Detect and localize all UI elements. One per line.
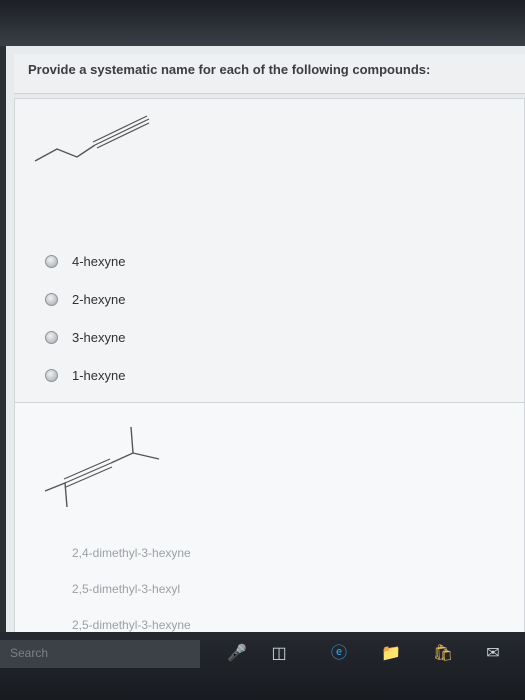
option-label: 2,4-dimethyl-3-hexyne xyxy=(72,546,191,560)
microphone-icon[interactable]: 🎤 xyxy=(226,644,248,664)
option-2-5-dimethyl-3-hexyl[interactable]: 2,5-dimethyl-3-hexyl xyxy=(45,571,191,607)
option-label: 4-hexyne xyxy=(72,253,126,269)
instruction-text: Provide a systematic name for each of th… xyxy=(28,62,431,77)
option-label: 1-hexyne xyxy=(72,367,126,383)
edge-browser-icon[interactable]: ⓔ xyxy=(328,644,350,664)
task-view-icon[interactable]: ◫ xyxy=(268,644,290,664)
option-label: 2,5-dimethyl-3-hexyl xyxy=(72,582,181,596)
radio-button[interactable] xyxy=(45,292,58,306)
option-label: 2-hexyne xyxy=(72,291,126,307)
windows-taskbar: Search 🎤 ◫ ⓔ 📁 🛍 ✉ xyxy=(0,632,525,700)
option-2-5-dimethyl-3-hexyne[interactable]: 2,5-dimethyl-3-hexyne xyxy=(45,607,191,634)
file-explorer-icon[interactable]: 📁 xyxy=(380,644,402,664)
quiz-page: Provide a systematic name for each of th… xyxy=(6,46,525,634)
store-icon[interactable]: 🛍 xyxy=(432,644,454,664)
option-label: 2,5-dimethyl-3-hexyne xyxy=(72,618,191,632)
radio-button[interactable] xyxy=(45,330,58,344)
instruction-header: Provide a systematic name for each of th… xyxy=(14,54,525,94)
search-placeholder: Search xyxy=(10,646,49,660)
options-list-1: 4-hexyne 2-hexyne 3-hexyne 1-hexyne xyxy=(45,242,125,394)
option-label: 3-hexyne xyxy=(72,329,126,345)
molecule-dimethylhexyne xyxy=(44,426,160,508)
mail-icon[interactable]: ✉ xyxy=(482,644,504,664)
top-dark-bar xyxy=(0,0,525,46)
question-card-1: 4-hexyne 2-hexyne 3-hexyne 1-hexyne xyxy=(14,98,525,410)
radio-button[interactable] xyxy=(45,368,58,382)
option-3-hexyne[interactable]: 3-hexyne xyxy=(45,318,125,356)
option-4-hexyne[interactable]: 4-hexyne xyxy=(45,242,125,280)
option-2-hexyne[interactable]: 2-hexyne xyxy=(45,280,125,318)
radio-button[interactable] xyxy=(45,254,58,268)
option-1-hexyne[interactable]: 1-hexyne xyxy=(45,356,125,394)
question-card-2: 2,4-dimethyl-3-hexyne 2,5-dimethyl-3-hex… xyxy=(14,402,525,634)
molecule-hexyne xyxy=(34,115,150,162)
options-list-2: 2,4-dimethyl-3-hexyne 2,5-dimethyl-3-hex… xyxy=(45,535,191,634)
taskbar-search-box[interactable]: Search xyxy=(0,640,200,668)
option-2-4-dimethyl-3-hexyne[interactable]: 2,4-dimethyl-3-hexyne xyxy=(45,535,191,571)
